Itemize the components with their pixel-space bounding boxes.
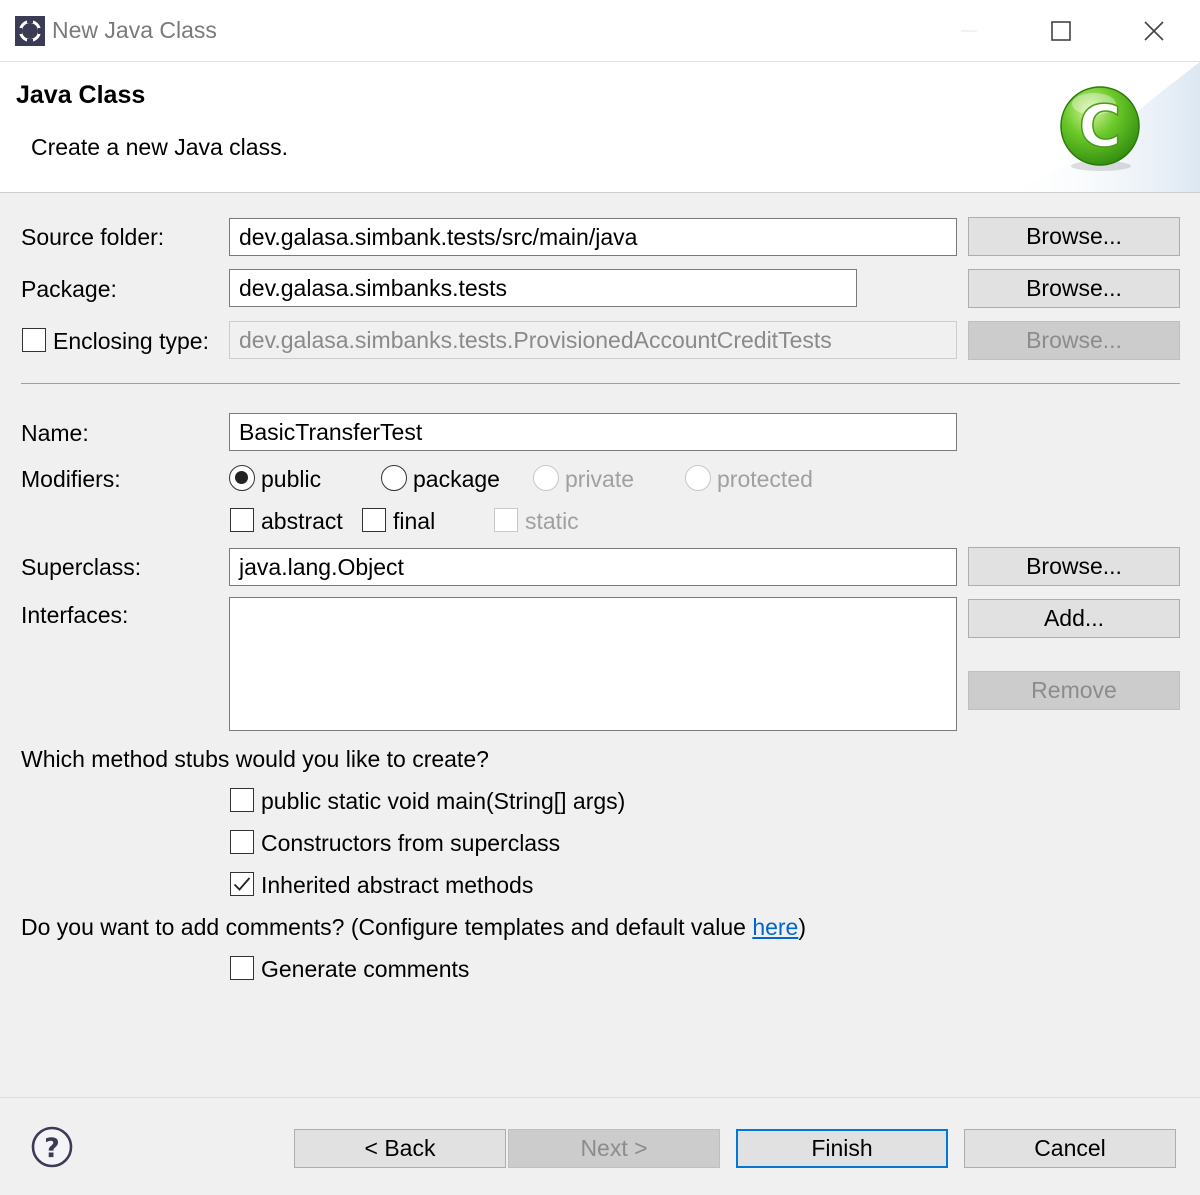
generate-comments-label: Generate comments [261,956,470,982]
section-divider [21,383,1180,384]
name-input[interactable]: BasicTransferTest [229,413,957,451]
comments-question: Do you want to add comments? (Configure … [21,913,806,941]
cancel-button[interactable]: Cancel [964,1129,1176,1168]
svg-text:C: C [1079,92,1122,160]
eclipse-app-icon [15,16,45,46]
modifiers-label: Modifiers: [21,466,121,492]
modifier-final-checkbox[interactable] [362,508,386,532]
modifier-private-label: private [565,466,635,492]
svg-text:?: ? [44,1133,60,1164]
name-label: Name: [21,420,89,446]
java-class-logo-icon: C [1060,86,1140,171]
enclosing-type-checkbox[interactable] [22,328,46,352]
modifier-final-label: final [393,508,436,534]
interfaces-remove-button[interactable]: Remove [968,671,1180,710]
modifier-protected-radio[interactable] [685,465,711,491]
enclosing-type-input[interactable]: dev.galasa.simbanks.tests.ProvisionedAcc… [229,321,957,359]
wizard-header: Java Class Create a new Java class. C [0,62,1200,193]
modifier-static-label: static [525,508,579,534]
stub-main-checkbox[interactable] [230,788,254,812]
interfaces-list[interactable] [229,597,957,731]
checkmark-icon [233,877,251,891]
source-folder-input[interactable]: dev.galasa.simbank.tests/src/main/java [229,218,957,256]
window-title: New Java Class [52,17,217,43]
generate-comments-checkbox[interactable] [230,956,254,980]
stub-constructors-label: Constructors from superclass [261,830,561,856]
package-label: Package: [21,276,117,302]
interfaces-add-button[interactable]: Add... [968,599,1180,638]
back-button[interactable]: < Back [294,1129,506,1168]
modifier-package-label: package [413,466,500,492]
enclosing-type-label: Enclosing type: [53,328,209,354]
package-browse-button[interactable]: Browse... [968,269,1180,308]
source-folder-label: Source folder: [21,224,165,250]
modifier-package-radio[interactable] [381,465,407,491]
enclosing-type-browse-button[interactable]: Browse... [968,321,1180,360]
configure-templates-link[interactable]: here [752,914,798,940]
comments-question-end: ) [798,914,807,940]
title-bar: New Java Class [0,0,1200,62]
modifier-protected-label: protected [717,466,813,492]
help-icon[interactable]: ? [31,1126,73,1168]
method-stubs-question: Which method stubs would you like to cre… [21,746,489,772]
stub-main-label: public static void main(String[] args) [261,788,626,814]
modifier-private-radio[interactable] [533,465,559,491]
source-folder-browse-button[interactable]: Browse... [968,217,1180,256]
next-button[interactable]: Next > [508,1129,720,1168]
minimize-icon [961,30,977,32]
footer-divider [0,1097,1200,1098]
page-description: Create a new Java class. [31,134,288,160]
interfaces-label: Interfaces: [21,602,129,628]
modifier-abstract-label: abstract [261,508,343,534]
superclass-input[interactable]: java.lang.Object [229,548,957,586]
close-button[interactable] [1131,10,1177,52]
stub-inherited-label: Inherited abstract methods [261,872,534,898]
maximize-icon [1051,21,1071,41]
superclass-label: Superclass: [21,554,142,580]
modifier-static-checkbox[interactable] [494,508,518,532]
superclass-browse-button[interactable]: Browse... [968,547,1180,586]
minimize-button[interactable] [946,10,992,52]
stub-inherited-checkbox[interactable] [230,872,254,896]
maximize-button[interactable] [1038,10,1084,52]
modifier-public-radio[interactable] [229,465,255,491]
finish-button[interactable]: Finish [736,1129,948,1168]
modifier-abstract-checkbox[interactable] [230,508,254,532]
page-title: Java Class [16,81,146,109]
close-icon [1144,21,1164,41]
stub-constructors-checkbox[interactable] [230,830,254,854]
radio-selected-dot [235,471,248,484]
modifier-public-label: public [261,466,322,492]
package-input[interactable]: dev.galasa.simbanks.tests [229,269,857,307]
comments-question-text: Do you want to add comments? (Configure … [21,914,753,940]
